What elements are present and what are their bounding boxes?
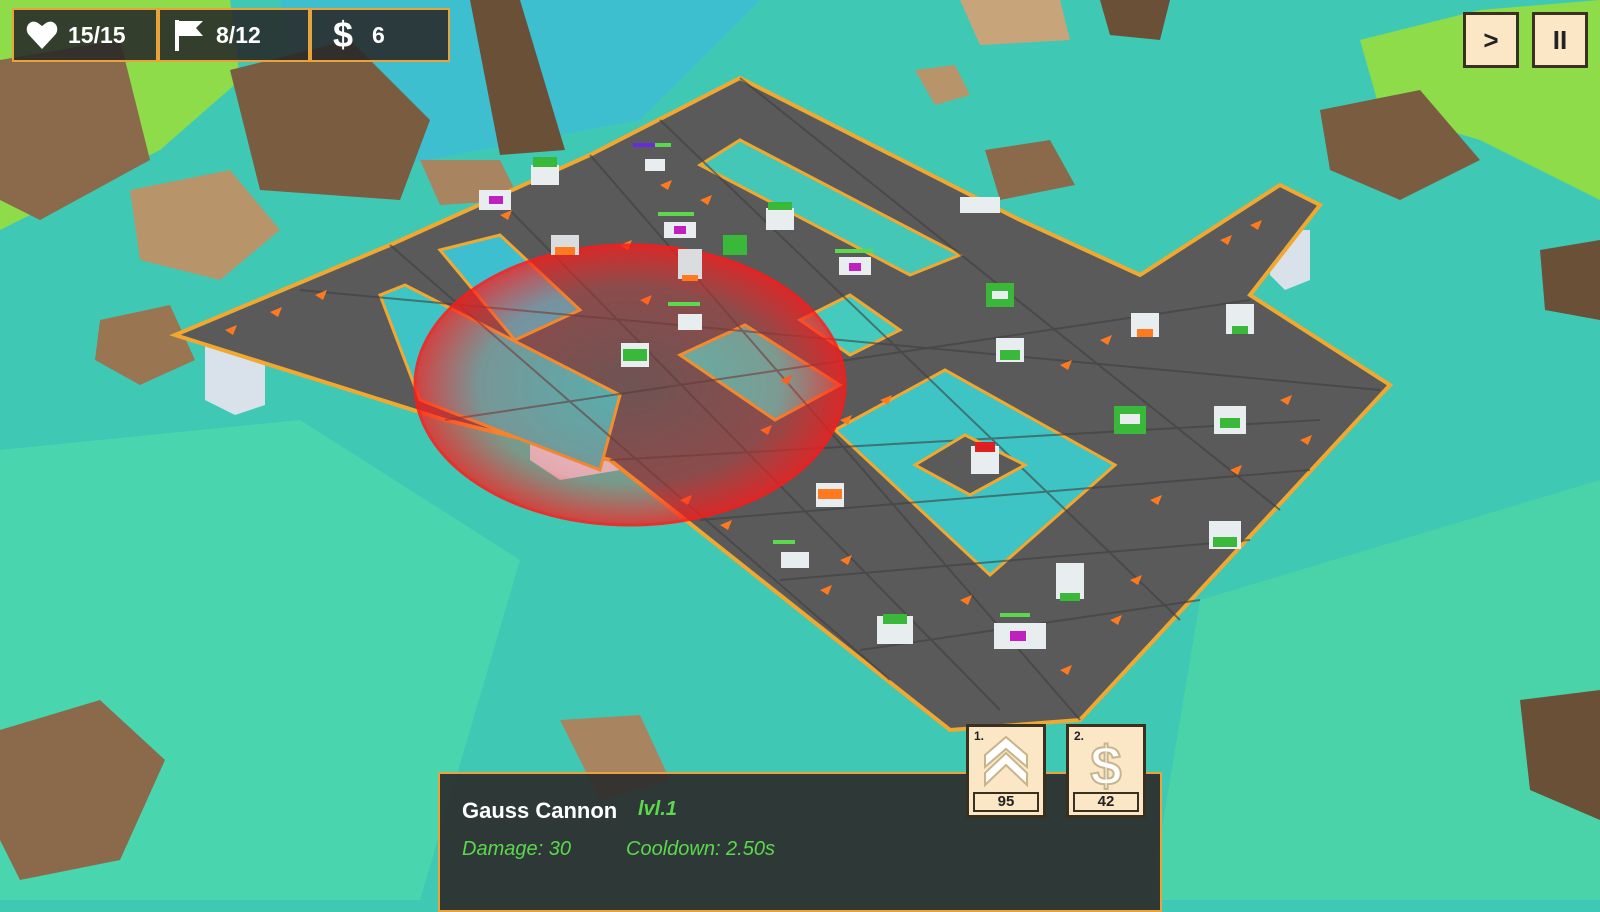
tower bbox=[1114, 406, 1146, 434]
svg-text:$: $ bbox=[1090, 735, 1121, 793]
sell-cost: 42 bbox=[1073, 792, 1139, 812]
money-counter: $ 6 bbox=[310, 8, 450, 62]
tower-name: Gauss Cannon bbox=[462, 798, 618, 823]
lives-counter: 15/15 bbox=[12, 8, 158, 62]
dollar-icon: $ bbox=[333, 18, 353, 52]
svg-text:$: $ bbox=[333, 18, 353, 52]
tower bbox=[996, 338, 1024, 362]
pause-button[interactable]: II bbox=[1532, 12, 1588, 68]
tower bbox=[986, 283, 1014, 307]
tower bbox=[479, 190, 511, 210]
tower bbox=[723, 235, 747, 255]
sell-button[interactable]: 2. $ 42 bbox=[1066, 724, 1146, 818]
wave-value: 8/12 bbox=[216, 21, 261, 48]
tower bbox=[1131, 313, 1159, 337]
money-value: 6 bbox=[372, 21, 385, 48]
game-scene[interactable] bbox=[0, 0, 1600, 900]
damage-stat: Damage: 30 bbox=[462, 838, 571, 860]
tower bbox=[621, 343, 649, 367]
tower-level: lvl.1 bbox=[638, 798, 677, 820]
lives-value: 15/15 bbox=[68, 21, 126, 48]
tower bbox=[1214, 406, 1246, 434]
upgrade-cost: 95 bbox=[973, 792, 1039, 812]
pause-icon: II bbox=[1552, 24, 1568, 55]
tower bbox=[1209, 521, 1241, 549]
tower bbox=[551, 235, 579, 255]
tower bbox=[877, 614, 913, 644]
tower bbox=[1056, 563, 1084, 601]
tower bbox=[678, 249, 702, 281]
upgrade-button[interactable]: 1. 95 bbox=[966, 724, 1046, 818]
fast-forward-icon: > bbox=[1483, 24, 1499, 55]
tower bbox=[816, 483, 844, 507]
cooldown-stat: Cooldown: 2.50s bbox=[626, 838, 775, 860]
upgrade-chevrons-icon bbox=[984, 735, 1028, 788]
tower-info-panel: Gauss Cannon lvl.1 Damage: 30 Cooldown: … bbox=[438, 772, 1162, 912]
range-ring bbox=[413, 243, 847, 527]
tower bbox=[531, 157, 559, 185]
tower bbox=[1226, 304, 1254, 334]
sell-dollar-icon: $ bbox=[1089, 735, 1122, 793]
tower bbox=[971, 442, 999, 474]
flag-icon bbox=[175, 20, 203, 51]
tower bbox=[960, 197, 1000, 213]
wave-counter: 8/12 bbox=[158, 8, 310, 62]
fast-forward-button[interactable]: > bbox=[1463, 12, 1519, 68]
heart-icon bbox=[26, 21, 58, 49]
tower bbox=[766, 202, 794, 230]
